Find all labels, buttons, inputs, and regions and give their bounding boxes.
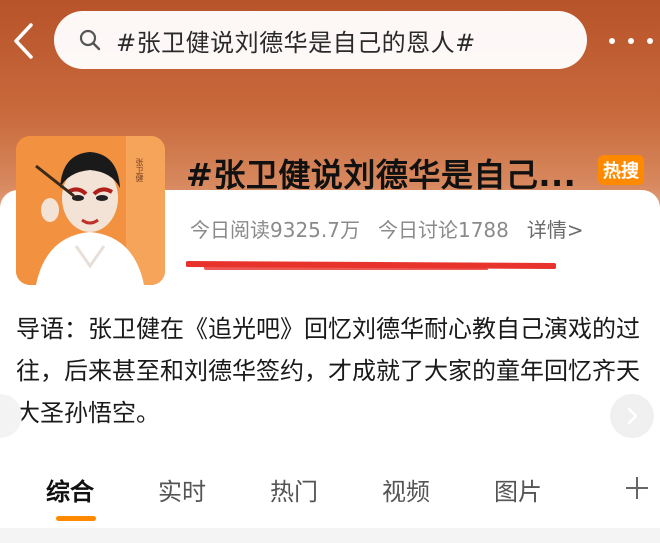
discussion-count: 今日讨论1788 <box>377 218 509 242</box>
tab-images[interactable]: 图片 <box>494 472 542 507</box>
tab-comprehensive[interactable]: 综合 <box>46 472 94 507</box>
add-tab-button[interactable] <box>622 470 652 506</box>
cover-caption: 张卫健 <box>135 158 144 182</box>
more-dots-icon <box>609 38 615 44</box>
search-query: #张卫健说刘德华是自己的恩人# <box>116 28 476 57</box>
active-tab-indicator <box>56 516 96 521</box>
redacted-host-info <box>185 256 557 276</box>
read-count: 今日阅读9325.7万 <box>190 218 360 242</box>
chevron-right-icon <box>627 407 638 425</box>
topic-stats: 今日阅读9325.7万 今日讨论1788 详情> <box>190 214 584 243</box>
topic-cover-image[interactable]: 张卫健 <box>16 136 165 285</box>
tab-video[interactable]: 视频 <box>382 472 430 507</box>
more-button[interactable] <box>609 30 653 52</box>
search-bar[interactable]: #张卫健说刘德华是自己的恩人# <box>54 11 587 69</box>
plus-icon <box>626 477 648 499</box>
tab-hot[interactable]: 热门 <box>270 472 318 507</box>
topic-title: #张卫健说刘德华是自己... <box>186 156 577 194</box>
next-button[interactable] <box>610 394 654 438</box>
section-divider <box>0 528 660 543</box>
detail-link[interactable]: 详情> <box>527 214 584 243</box>
chevron-left-icon <box>14 23 33 59</box>
tab-bar: 综合 实时 热门 视频 图片 <box>0 462 660 522</box>
back-button[interactable] <box>6 18 40 64</box>
search-icon <box>78 27 104 53</box>
topic-intro: 导语：张卫健在《追光吧》回忆刘德华耐心教自己演戏的过往，后来甚至和刘德华签约，才… <box>16 315 640 427</box>
hot-badge: 热搜 <box>598 155 644 185</box>
tab-realtime[interactable]: 实时 <box>158 472 206 507</box>
